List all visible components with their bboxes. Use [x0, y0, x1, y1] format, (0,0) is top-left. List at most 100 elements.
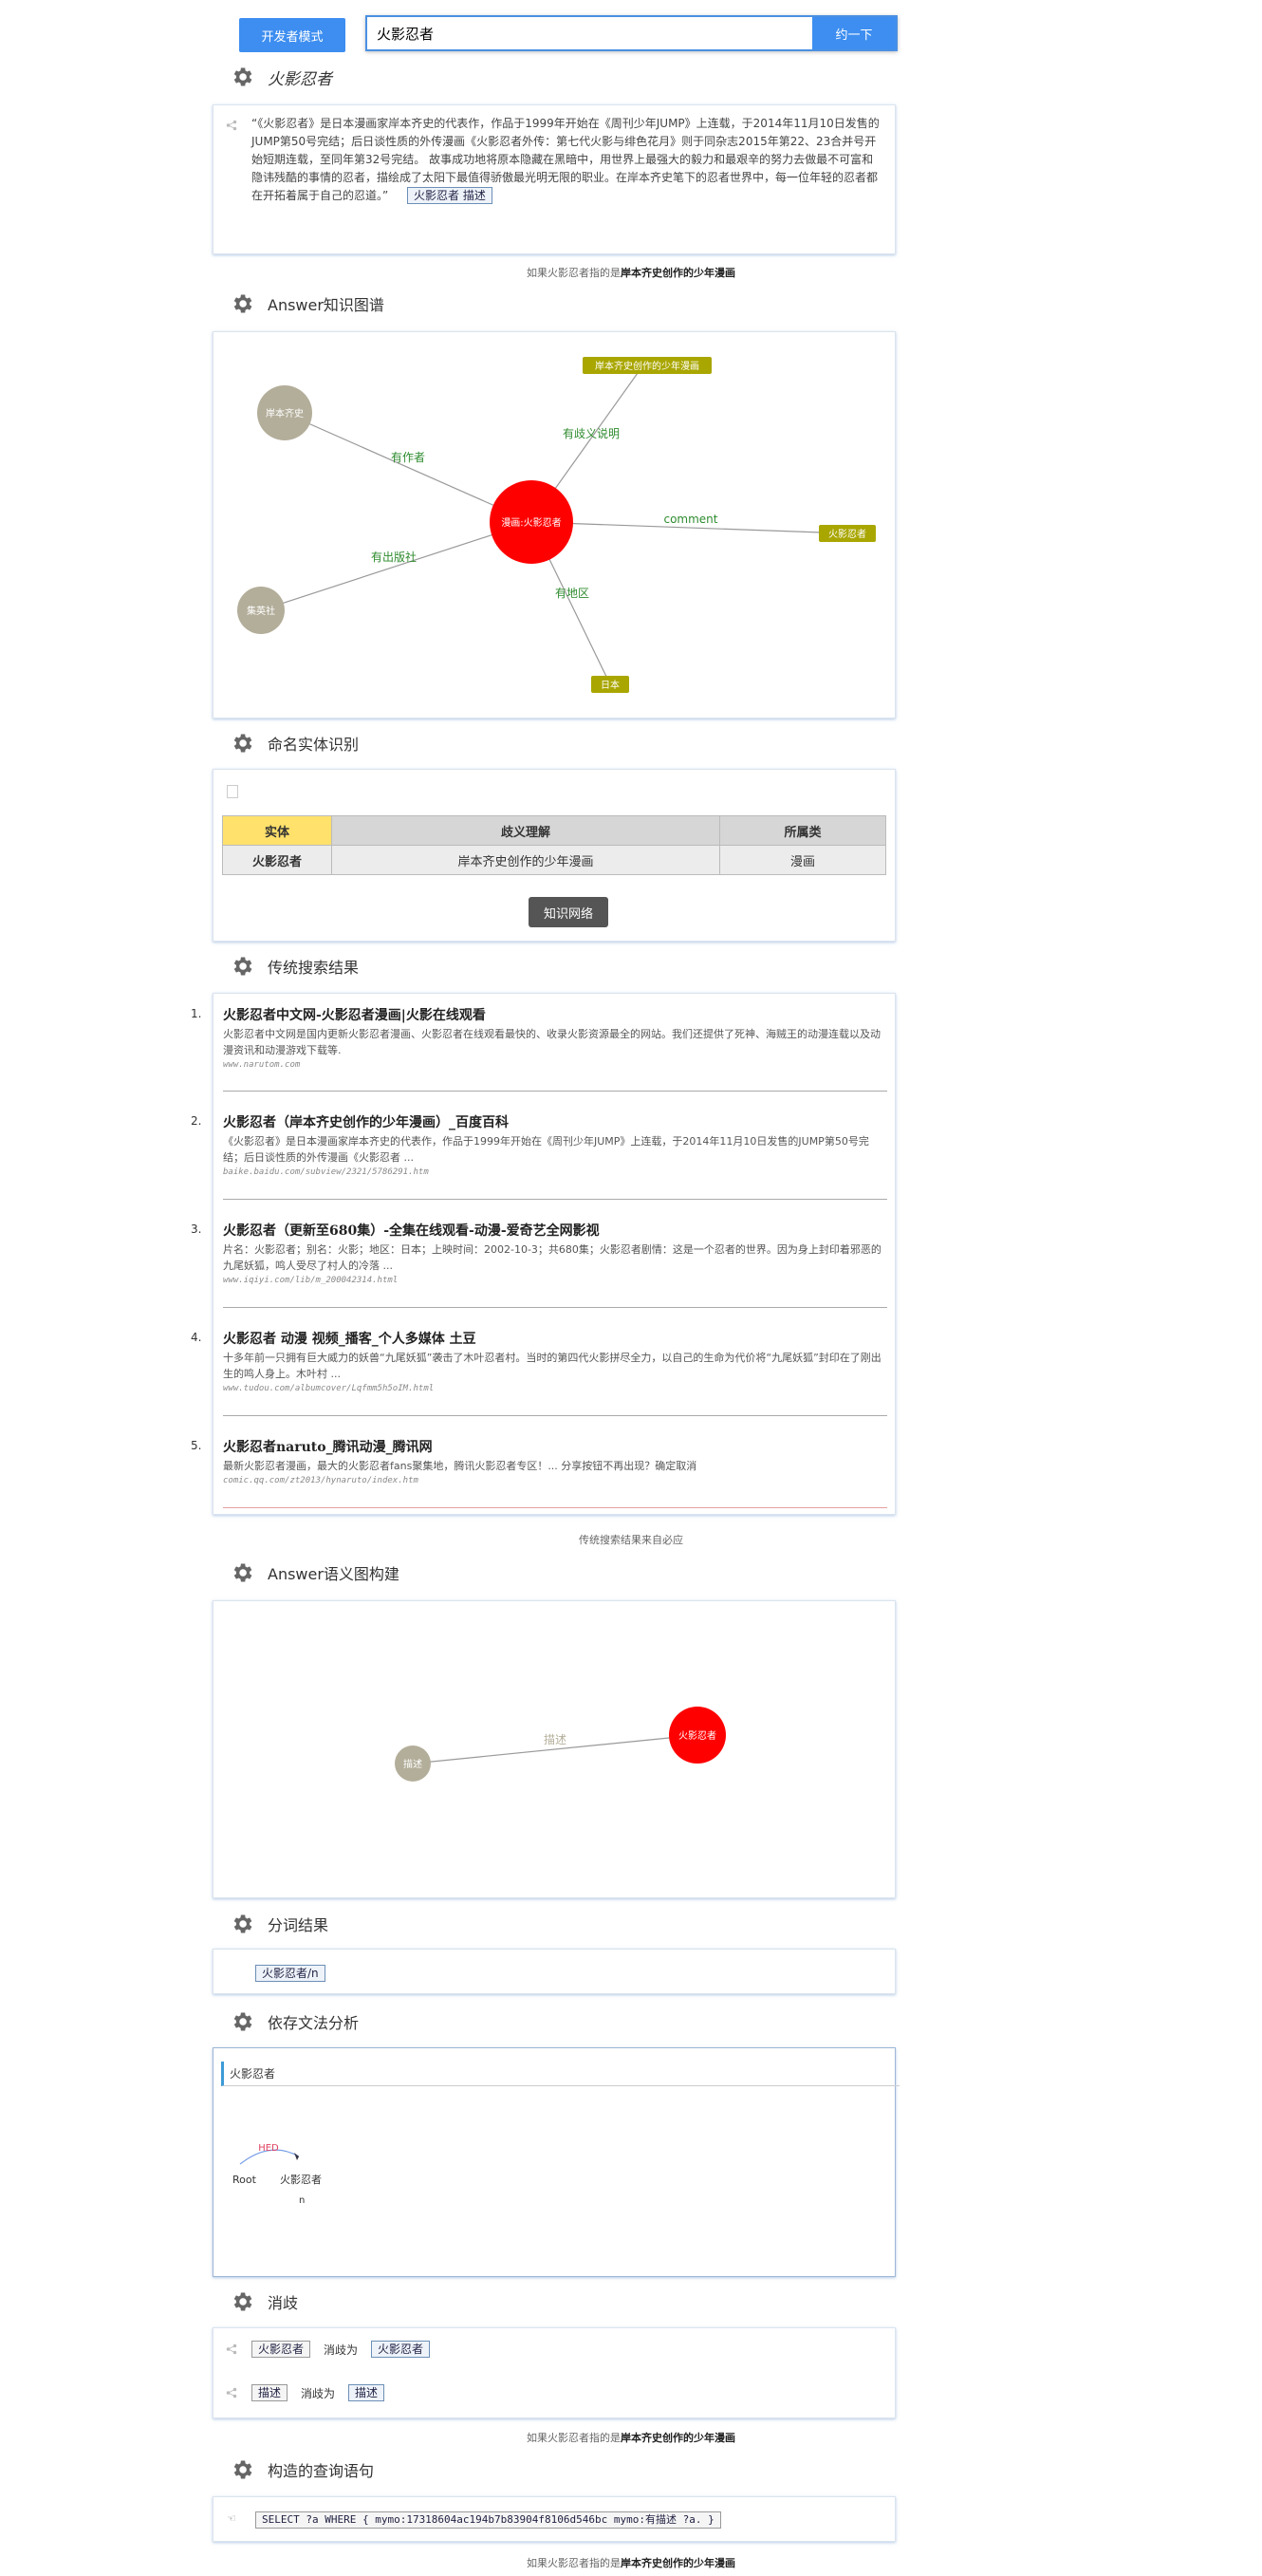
semantic-node-right[interactable]: 火影忍者	[669, 1707, 726, 1764]
result-title-link[interactable]: 火影忍者（岸本齐史创作的少年漫画）_百度百科	[223, 1112, 887, 1131]
node-comment[interactable]: 火影忍者	[819, 525, 876, 542]
disamb-section-header: 消歧	[230, 2289, 298, 2314]
node-author-label: 岸本齐史	[266, 407, 304, 420]
result-url[interactable]: comic.qq.com/zt2013/hynaruto/index.htm	[223, 1476, 887, 1485]
node-desc[interactable]: 岸本齐史创作的少年漫画	[583, 357, 712, 374]
result-number: 3.	[191, 1223, 202, 1236]
node-desc-label: 岸本齐史创作的少年漫画	[595, 360, 699, 372]
result-title-link[interactable]: 火影忍者中文网-火影忍者漫画|火影在线观看	[223, 1005, 887, 1024]
caption-bold: 岸本齐史创作的少年漫画	[621, 267, 735, 279]
semantic-card: 描述 描述 火影忍者	[213, 1600, 896, 1898]
knowledge-graph: 有作者 有出版社 有歧义说明 comment 有地区 岸本齐史 集英社 岸本齐史…	[237, 357, 876, 693]
gear-icon	[230, 291, 254, 316]
ner-card: 实体 歧义理解 所属类 火影忍者 岸本齐史创作的少年漫画 漫画 知识网络	[213, 769, 896, 942]
result-url[interactable]: www.tudou.com/albumcover/Lqfmm5h5oIM.htm…	[223, 1384, 887, 1393]
search-section-header: 传统搜索结果	[230, 954, 359, 979]
edge-label-region: 有地区	[555, 587, 589, 600]
description-body: “《火影忍者》是日本漫画家岸本齐史的代表作，作品于1999年开始在《周刊少年JU…	[251, 117, 880, 202]
list-item: 2. 火影忍者（岸本齐史创作的少年漫画）_百度百科 《火影忍者》是日本漫画家岸本…	[191, 1112, 887, 1177]
result-snippet: 《火影忍者》是日本漫画家岸本齐史的代表作，作品于1999年开始在《周刊少年JUM…	[223, 1135, 869, 1164]
result-title-link[interactable]: 火影忍者 动漫 视频_播客_个人多媒体 土豆	[223, 1329, 887, 1348]
semantic-node-left-label: 描述	[403, 1758, 422, 1770]
dep-section-header: 依存文法分析	[230, 2009, 359, 2034]
node-publisher[interactable]: 集英社	[237, 587, 285, 634]
result-url[interactable]: www.iqiyi.com/lib/m_200042314.html	[223, 1276, 887, 1285]
dep-card: 火影忍者 HED Root 火影忍者 n	[213, 2047, 900, 2277]
dep-arc-label: HED	[258, 2143, 279, 2154]
seg-token[interactable]: 火影忍者/n	[255, 1965, 325, 1982]
disamb-source[interactable]: 描述	[251, 2384, 288, 2401]
gear-icon	[230, 65, 254, 89]
disamb-target[interactable]: 火影忍者	[371, 2341, 431, 2358]
gear-icon	[230, 2009, 254, 2034]
node-center-label: 漫画:火影忍者	[501, 517, 561, 529]
result-snippet: 最新火影忍者漫画，最大的火影忍者fans聚集地，腾讯火影忍者专区！... 分享按…	[223, 1460, 697, 1472]
title-section-header: 火影忍者	[230, 65, 332, 89]
dependency-tree: HED Root 火影忍者 n	[232, 2143, 322, 2206]
seg-card: 火影忍者/n	[213, 1949, 896, 1994]
query-section-title: 构造的查询语句	[268, 2462, 375, 2480]
edge-label-desc: 有歧义说明	[563, 426, 620, 440]
developer-mode-button[interactable]: 开发者模式	[239, 18, 345, 52]
result-number: 2.	[191, 1114, 202, 1128]
search-button[interactable]: 约一下	[812, 17, 896, 49]
caption-prefix: 如果火影忍者指的是	[527, 2557, 621, 2569]
divider	[223, 1415, 887, 1416]
node-comment-label: 火影忍者	[828, 529, 866, 540]
page-title: 火影忍者	[268, 69, 332, 89]
disamb-row: 火影忍者 消歧为 火影忍者	[225, 2341, 431, 2358]
description-tag[interactable]: 火影忍者 描述	[407, 187, 492, 204]
gear-icon	[230, 731, 254, 756]
knowledge-network-button[interactable]: 知识网络	[529, 897, 608, 927]
ner-cell-class: 漫画	[719, 845, 886, 875]
query-text[interactable]: SELECT ?a WHERE { mymo:17318604ac194b7b8…	[255, 2511, 721, 2529]
node-center[interactable]: 漫画:火影忍者	[490, 480, 573, 564]
description-text: “《火影忍者》是日本漫画家岸本齐史的代表作，作品于1999年开始在《周刊少年JU…	[251, 115, 882, 205]
arrow-icon	[294, 2153, 299, 2160]
disamb-target[interactable]: 描述	[348, 2384, 385, 2401]
search-bar: 约一下	[365, 15, 898, 51]
gear-icon	[230, 1912, 254, 1936]
result-url[interactable]: www.narutom.com	[223, 1060, 887, 1070]
disamb-source[interactable]: 火影忍者	[251, 2341, 311, 2358]
semantic-node-left[interactable]: 描述	[395, 1745, 431, 1782]
result-title-link[interactable]: 火影忍者naruto_腾讯动漫_腾讯网	[223, 1437, 887, 1456]
list-item: 5. 火影忍者naruto_腾讯动漫_腾讯网 最新火影忍者漫画，最大的火影忍者f…	[191, 1437, 887, 1485]
divider	[223, 1199, 887, 1200]
ner-section-header: 命名实体识别	[230, 731, 359, 756]
result-snippet: 片名：火影忍者；别名：火影；地区：日本；上映时间：2002-10-3；共680集…	[223, 1243, 882, 1272]
kg-section-header: Answer知识图谱	[230, 291, 384, 316]
caption-2: 如果火影忍者指的是岸本齐史创作的少年漫画	[0, 2430, 1262, 2445]
search-input[interactable]	[367, 17, 832, 49]
disamb-section-title: 消歧	[268, 2294, 299, 2312]
code-icon: ☜	[227, 2512, 236, 2525]
edge-label-comment: comment	[663, 513, 717, 526]
dep-sentence: 火影忍者	[221, 2062, 900, 2086]
caption-bold: 岸本齐史创作的少年漫画	[621, 2432, 735, 2444]
edge-label-publisher: 有出版社	[371, 550, 417, 564]
query-section-header: 构造的查询语句	[230, 2457, 374, 2482]
semantic-graph: 描述 描述 火影忍者	[395, 1707, 726, 1782]
result-url[interactable]: baike.baidu.com/subview/2321/5786291.htm	[223, 1167, 887, 1177]
share-icon[interactable]	[225, 119, 238, 132]
query-card: ☜ SELECT ?a WHERE { mymo:17318604ac194b7…	[213, 2496, 896, 2542]
description-card: “《火影忍者》是日本漫画家岸本齐史的代表作，作品于1999年开始在《周刊少年JU…	[213, 104, 896, 254]
node-author[interactable]: 岸本齐史	[257, 385, 312, 440]
dep-root: Root	[232, 2174, 257, 2186]
gear-icon	[230, 2289, 254, 2314]
node-region[interactable]: 日本	[591, 676, 629, 693]
dep-pos: n	[299, 2195, 305, 2206]
search-caption: 传统搜索结果来自必应	[579, 1534, 683, 1546]
divider	[223, 1307, 887, 1308]
result-snippet: 十多年前一只拥有巨大威力的妖兽“九尾妖狐”袭击了木叶忍者村。当时的第四代火影拼尽…	[223, 1352, 882, 1380]
semantic-section-title: Answer语义图构建	[268, 1565, 399, 1583]
document-icon	[227, 785, 238, 798]
share-icon	[225, 2386, 238, 2399]
result-number: 4.	[191, 1331, 202, 1344]
disamb-verb: 消歧为	[301, 2386, 336, 2400]
gear-icon	[230, 2457, 254, 2482]
ner-header-class: 所属类	[719, 815, 886, 846]
result-title-link[interactable]: 火影忍者（更新至680集）-全集在线观看-动漫-爱奇艺全网影视	[223, 1221, 887, 1240]
list-item: 3. 火影忍者（更新至680集）-全集在线观看-动漫-爱奇艺全网影视 片名：火影…	[191, 1221, 887, 1285]
dep-section-title: 依存文法分析	[268, 2014, 360, 2032]
